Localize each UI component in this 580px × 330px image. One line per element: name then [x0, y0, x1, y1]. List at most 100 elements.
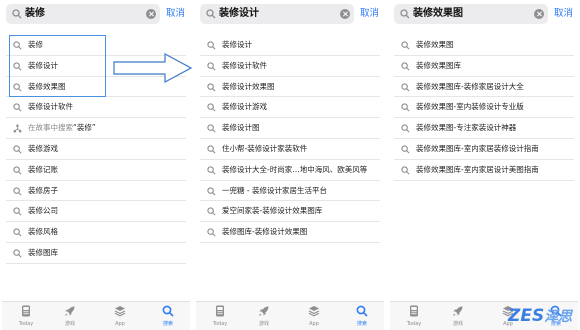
- search-icon: [207, 207, 216, 216]
- search-icon: [162, 305, 174, 317]
- search-icon: [401, 82, 410, 92]
- search-icon: [207, 186, 216, 196]
- tab-apps[interactable]: App: [100, 305, 140, 328]
- search-icon: [401, 145, 410, 154]
- search-icon: [13, 228, 22, 237]
- suggestion-row[interactable]: 装修图库: [6, 243, 186, 264]
- suggestion-row[interactable]: 装修设计软件: [6, 97, 186, 119]
- suggestion-row[interactable]: 住小帮-装修设计家装软件: [200, 139, 380, 160]
- rocket-icon: [259, 306, 269, 316]
- search-icon: [13, 207, 22, 216]
- search-panel-1: 装修 取消 装修 装修设计 装修效果图 装修设计软件 在故事中搜索“装修” 装修…: [2, 0, 190, 330]
- suggestion-label: 装修设计软件: [222, 60, 267, 70]
- suggestion-label: 装修效果图-室内装修设计专业版: [416, 102, 524, 112]
- stories-prefix: 在故事中搜索: [28, 123, 73, 133]
- search-input[interactable]: 装修: [6, 4, 160, 24]
- rocket-icon: [453, 306, 463, 316]
- suggestion-label: 装修效果图-专注家装设计神器: [416, 123, 517, 133]
- suggestion-label: 装修图库-装修设计效果图: [222, 227, 308, 237]
- tab-games[interactable]: 游戏: [438, 305, 478, 328]
- tab-search[interactable]: 搜索: [342, 305, 382, 328]
- suggestion-label: 爱空间家装-装修设计效果图库: [222, 206, 323, 216]
- stories-icon: [13, 124, 22, 133]
- search-query-text: 装修: [25, 8, 45, 19]
- suggestion-label: 装修效果图: [416, 40, 454, 49]
- tab-label: Today: [406, 321, 422, 327]
- suggestion-label: 装修游戏: [28, 143, 58, 153]
- search-bar: 装修设计 取消: [196, 4, 384, 24]
- suggestion-label: 装修效果图库: [416, 60, 461, 70]
- suggestion-label: 装修设计游戏: [222, 102, 267, 112]
- tab-games[interactable]: 游戏: [244, 305, 284, 328]
- suggestion-label: 装修设计软件: [28, 102, 73, 112]
- suggestion-label: 装修房子: [28, 185, 58, 195]
- tab-bar: Today 游戏 App 搜索: [196, 301, 384, 330]
- clear-search-icon[interactable]: [146, 9, 156, 19]
- suggestion-row[interactable]: 装修设计图: [200, 118, 380, 139]
- cancel-button[interactable]: 取消: [360, 7, 379, 21]
- search-input[interactable]: 装修设计: [200, 4, 354, 24]
- suggestion-row[interactable]: 装修记账: [6, 160, 186, 181]
- cancel-button[interactable]: 取消: [554, 7, 573, 21]
- suggestion-row[interactable]: 装修设计软件: [200, 56, 380, 77]
- zes-logo: ZES泽思: [508, 306, 580, 330]
- suggestion-row[interactable]: 装修风格: [6, 222, 186, 243]
- suggestion-row[interactable]: 装修设计效果图: [200, 77, 380, 98]
- suggestion-label: 装修记账: [28, 164, 58, 174]
- search-in-stories-row[interactable]: 在故事中搜索“装修”: [6, 118, 186, 139]
- search-query-text: 装修设计: [219, 8, 259, 19]
- suggestion-row[interactable]: 装修公司: [6, 201, 186, 223]
- tab-apps[interactable]: App: [294, 305, 334, 328]
- search-icon: [401, 124, 410, 133]
- suggestion-row[interactable]: 装修效果图库: [394, 56, 574, 77]
- search-icon: [207, 103, 216, 112]
- suggestion-row[interactable]: 装修图库-装修设计效果图: [200, 222, 380, 243]
- tab-search[interactable]: 搜索: [148, 305, 188, 328]
- suggestion-row[interactable]: 装修效果图库-装修家居设计大全: [394, 77, 574, 98]
- suggestion-row[interactable]: 装修设计: [200, 35, 380, 56]
- suggestion-row[interactable]: 装修效果图库-室内家居设计美图指南: [394, 160, 574, 181]
- tab-today[interactable]: Today: [200, 305, 240, 328]
- tab-label: 游戏: [258, 321, 269, 327]
- search-icon: [13, 249, 22, 258]
- search-icon: [401, 62, 410, 71]
- tab-label: Today: [18, 321, 34, 327]
- suggestion-row[interactable]: 爱空间家装-装修设计效果图库: [200, 201, 380, 223]
- suggestion-row[interactable]: 装修效果图库-室内家居装修设计指南: [394, 139, 574, 160]
- suggestion-label: 装修图库: [28, 247, 58, 257]
- search-icon: [356, 305, 368, 317]
- suggestion-row[interactable]: 装修设计游戏: [200, 97, 380, 119]
- tab-label: App: [309, 321, 319, 327]
- search-icon: [207, 82, 216, 92]
- suggestion-row[interactable]: 装修房子: [6, 181, 186, 202]
- suggestion-row[interactable]: 一兜糖 - 装修设计家居生活平台: [200, 181, 380, 202]
- suggestion-row[interactable]: 装修效果图-专注家装设计神器: [394, 118, 574, 139]
- clear-search-icon[interactable]: [340, 9, 350, 19]
- cancel-button[interactable]: 取消: [166, 7, 185, 21]
- suggestion-label: 装修设计大全-时尚家…地中海风、欧美风等: [222, 164, 368, 174]
- search-icon: [13, 166, 22, 175]
- suggestion-label: 装修效果图库-室内家居装修设计指南: [416, 143, 539, 153]
- tab-today[interactable]: Today: [6, 305, 46, 328]
- search-input[interactable]: 装修效果图: [394, 4, 548, 24]
- suggestion-row[interactable]: 装修设计大全-时尚家…地中海风、欧美风等: [200, 160, 380, 181]
- suggestion-list: 装修设计 装修设计软件 装修设计效果图 装修设计游戏 装修设计图 住小帮-装修设…: [196, 35, 384, 243]
- search-bar: 装修效果图 取消: [390, 4, 578, 24]
- search-icon: [207, 62, 216, 71]
- tab-label: Today: [212, 321, 228, 327]
- suggestion-label: 装修效果图库-室内家居设计美图指南: [416, 164, 539, 174]
- search-icon: [401, 41, 410, 50]
- tab-games[interactable]: 游戏: [50, 305, 90, 328]
- suggestion-row[interactable]: 装修效果图-室内装修设计专业版: [394, 97, 574, 119]
- tab-today[interactable]: Today: [394, 305, 434, 328]
- suggestion-label: 装修设计图: [222, 123, 260, 133]
- search-panel-3: 装修效果图 取消 装修效果图 装修效果图库 装修效果图库-装修家居设计大全 装修…: [390, 0, 578, 330]
- clear-search-icon[interactable]: [534, 9, 544, 19]
- app-stack-icon: [114, 306, 126, 317]
- today-icon: [216, 305, 224, 317]
- suggestion-row[interactable]: 装修效果图: [394, 35, 574, 56]
- search-panel-2: 装修设计 取消 装修设计 装修设计软件 装修设计效果图 装修设计游戏 装修设计图…: [196, 0, 384, 330]
- highlight-box: [9, 35, 106, 97]
- suggestion-row[interactable]: 装修游戏: [6, 139, 186, 160]
- search-bar: 装修 取消: [2, 4, 190, 24]
